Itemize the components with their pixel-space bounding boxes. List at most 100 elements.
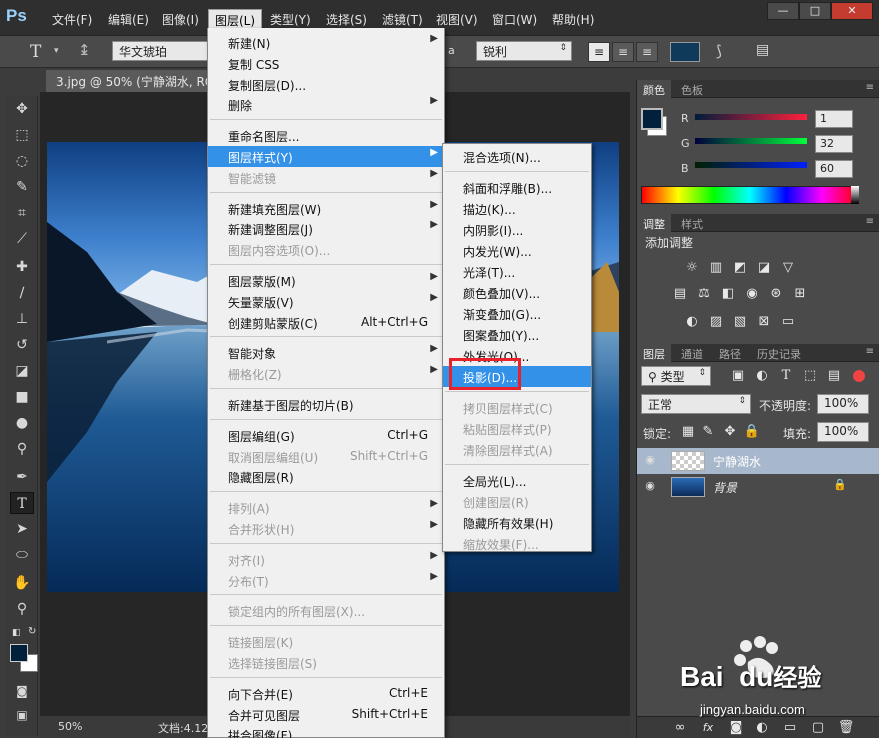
color-balance-icon[interactable]: ⚖ [695, 286, 713, 302]
crop-tool-icon[interactable]: ⌗ [10, 202, 34, 224]
color-lookup-icon[interactable]: ⊞ [791, 286, 809, 302]
panel-menu-icon[interactable]: ≡ [866, 82, 874, 93]
swap-colors-icon[interactable]: ↻ [28, 626, 38, 637]
tab-history[interactable]: 历史记录 [751, 344, 807, 362]
layer-menu-item[interactable]: 图层编组(G) Ctrl+G [208, 425, 444, 446]
red-value-input[interactable]: 1 [815, 110, 853, 128]
layer-menu-item[interactable]: 图层样式(Y) ▶ [208, 146, 444, 167]
layer-style-menu-item[interactable]: 全局光(L)... [443, 470, 591, 491]
zoom-tool-icon[interactable]: ⚲ [10, 598, 34, 620]
layer-style-menu-item[interactable]: 斜面和浮雕(B)... [443, 177, 591, 198]
layer-menu-item[interactable]: 复制图层(D)... [208, 74, 444, 95]
bw-ramp[interactable] [851, 186, 859, 204]
tab-adjustments[interactable]: 调整 [637, 214, 671, 232]
layer-style-menu-item[interactable]: 隐藏所有效果(H) [443, 512, 591, 533]
quick-mask-icon[interactable]: ◙ [10, 680, 34, 702]
panel-menu-icon[interactable]: ≡ [866, 346, 874, 357]
tab-paths[interactable]: 路径 [713, 344, 747, 362]
layer-menu-item[interactable]: 新建基于图层的切片(B) [208, 394, 444, 415]
layer-menu-item[interactable]: 合并可见图层 Shift+Ctrl+E [208, 704, 444, 725]
hand-tool-icon[interactable]: ✋ [10, 572, 34, 594]
screen-mode-icon[interactable]: ▣ [10, 704, 34, 726]
text-color-swatch[interactable] [670, 42, 700, 62]
lasso-tool-icon[interactable]: ◌ [10, 150, 34, 172]
minimize-button[interactable]: — [767, 2, 799, 20]
document-tab[interactable]: 3.jpg @ 50% (宁静湖水, RGB [46, 70, 210, 92]
invert-icon[interactable]: ◐ [683, 314, 701, 330]
eyedropper-tool-icon[interactable]: ⟋ [10, 228, 34, 250]
font-family-select[interactable]: 华文琥珀 [112, 41, 208, 61]
marquee-tool-icon[interactable]: ⬚ [10, 124, 34, 146]
hue-sat-icon[interactable]: ▤ [671, 286, 689, 302]
tab-color[interactable]: 颜色 [637, 80, 671, 98]
tool-preset-chevron-icon[interactable]: ▾ [54, 46, 59, 56]
gradient-tool-icon[interactable]: ■ [10, 386, 34, 408]
layer-menu-item[interactable]: 智能对象 ▶ [208, 342, 444, 363]
history-brush-tool-icon[interactable]: ↺ [10, 334, 34, 356]
layer-menu-item[interactable]: 向下合并(E) Ctrl+E [208, 683, 444, 704]
align-center-button[interactable]: ≡ [612, 42, 634, 62]
foreground-color-swatch[interactable] [10, 644, 28, 662]
dodge-tool-icon[interactable]: ⚲ [10, 438, 34, 460]
vibrance-icon[interactable]: ▽ [779, 260, 797, 276]
tab-layers[interactable]: 图层 [637, 344, 671, 362]
layer-menu-item[interactable]: 隐藏图层(R) [208, 466, 444, 487]
menu-edit[interactable]: 编辑(E) [102, 9, 155, 29]
filter-pixel-icon[interactable]: ▣ [729, 368, 747, 384]
tab-styles[interactable]: 样式 [675, 214, 709, 232]
path-select-tool-icon[interactable]: ➤ [10, 518, 34, 540]
layer-style-menu-item[interactable]: 描边(K)... [443, 198, 591, 219]
layer-style-menu-item[interactable]: 内发光(W)... [443, 240, 591, 261]
layer-style-menu-item[interactable]: 光泽(T)... [443, 261, 591, 282]
lock-transparent-icon[interactable]: ▦ [679, 424, 697, 440]
opacity-input[interactable]: 100% [817, 394, 869, 414]
filter-adjust-icon[interactable]: ◐ [753, 368, 771, 384]
posterize-icon[interactable]: ▨ [707, 314, 725, 330]
green-slider[interactable] [695, 138, 807, 144]
character-panel-icon[interactable]: ▤ [756, 42, 769, 58]
menu-type[interactable]: 类型(Y) [264, 9, 317, 29]
layer-menu-item[interactable]: 图层蒙版(M) ▶ [208, 270, 444, 291]
layer-menu-item[interactable]: 创建剪贴蒙版(C) Alt+Ctrl+G [208, 312, 444, 333]
layer-style-menu-item[interactable]: 内阴影(I)... [443, 219, 591, 240]
menu-image[interactable]: 图像(I) [156, 9, 205, 29]
levels-icon[interactable]: ▥ [707, 260, 725, 276]
layer-menu-item[interactable]: 拼合图像(F) [208, 724, 444, 738]
layer-style-menu-item[interactable]: 图案叠加(Y)... [443, 324, 591, 345]
lock-pixels-icon[interactable]: ✎ [699, 424, 717, 440]
layer-name[interactable]: 宁静湖水 [713, 453, 761, 470]
channel-mixer-icon[interactable]: ⊛ [767, 286, 785, 302]
green-value-input[interactable]: 32 [815, 135, 853, 153]
default-colors-icon[interactable]: ◧ [12, 628, 22, 638]
lock-all-icon[interactable]: 🔒 [743, 424, 761, 440]
layer-row[interactable]: ◉ 宁静湖水 [637, 448, 879, 474]
filter-type-icon[interactable]: T [777, 368, 795, 384]
gradient-map-icon[interactable]: ▭ [779, 314, 797, 330]
blue-value-input[interactable]: 60 [815, 160, 853, 178]
filter-shape-icon[interactable]: ⬚ [801, 368, 819, 384]
layer-menu-item[interactable]: 复制 CSS [208, 53, 444, 74]
black-white-icon[interactable]: ◧ [719, 286, 737, 302]
eye-icon[interactable]: ◉ [643, 453, 657, 467]
type-tool-icon[interactable]: T [10, 492, 34, 514]
document-info[interactable]: 文档:4.12 [158, 720, 208, 736]
red-slider[interactable] [695, 114, 807, 120]
layer-row[interactable]: ◉ 背景 🔒 [637, 474, 879, 500]
layer-style-menu-item[interactable]: 混合选项(N)... [443, 146, 591, 167]
tab-channels[interactable]: 通道 [675, 344, 709, 362]
threshold-icon[interactable]: ▧ [731, 314, 749, 330]
type-tool-icon[interactable]: T [30, 42, 41, 62]
lock-position-icon[interactable]: ✥ [721, 424, 739, 440]
fill-input[interactable]: 100% [817, 422, 869, 442]
blend-mode-select[interactable]: 正常 ⇕ [641, 394, 751, 414]
layer-menu-item[interactable]: 新建(N) ▶ [208, 32, 444, 53]
restore-button[interactable]: □ [799, 2, 831, 20]
brush-tool-icon[interactable]: ∕ [10, 282, 34, 304]
layer-name[interactable]: 背景 [713, 479, 737, 496]
ellipse-tool-icon[interactable]: ⬭ [10, 544, 34, 566]
layer-filter-select[interactable]: ⚲ 类型 ⇕ [641, 366, 711, 386]
move-tool-icon[interactable]: ✥ [10, 98, 34, 120]
pen-tool-icon[interactable]: ✒ [10, 466, 34, 488]
layer-menu-item[interactable]: 重命名图层... [208, 125, 444, 146]
filter-toggle-icon[interactable] [853, 370, 865, 382]
